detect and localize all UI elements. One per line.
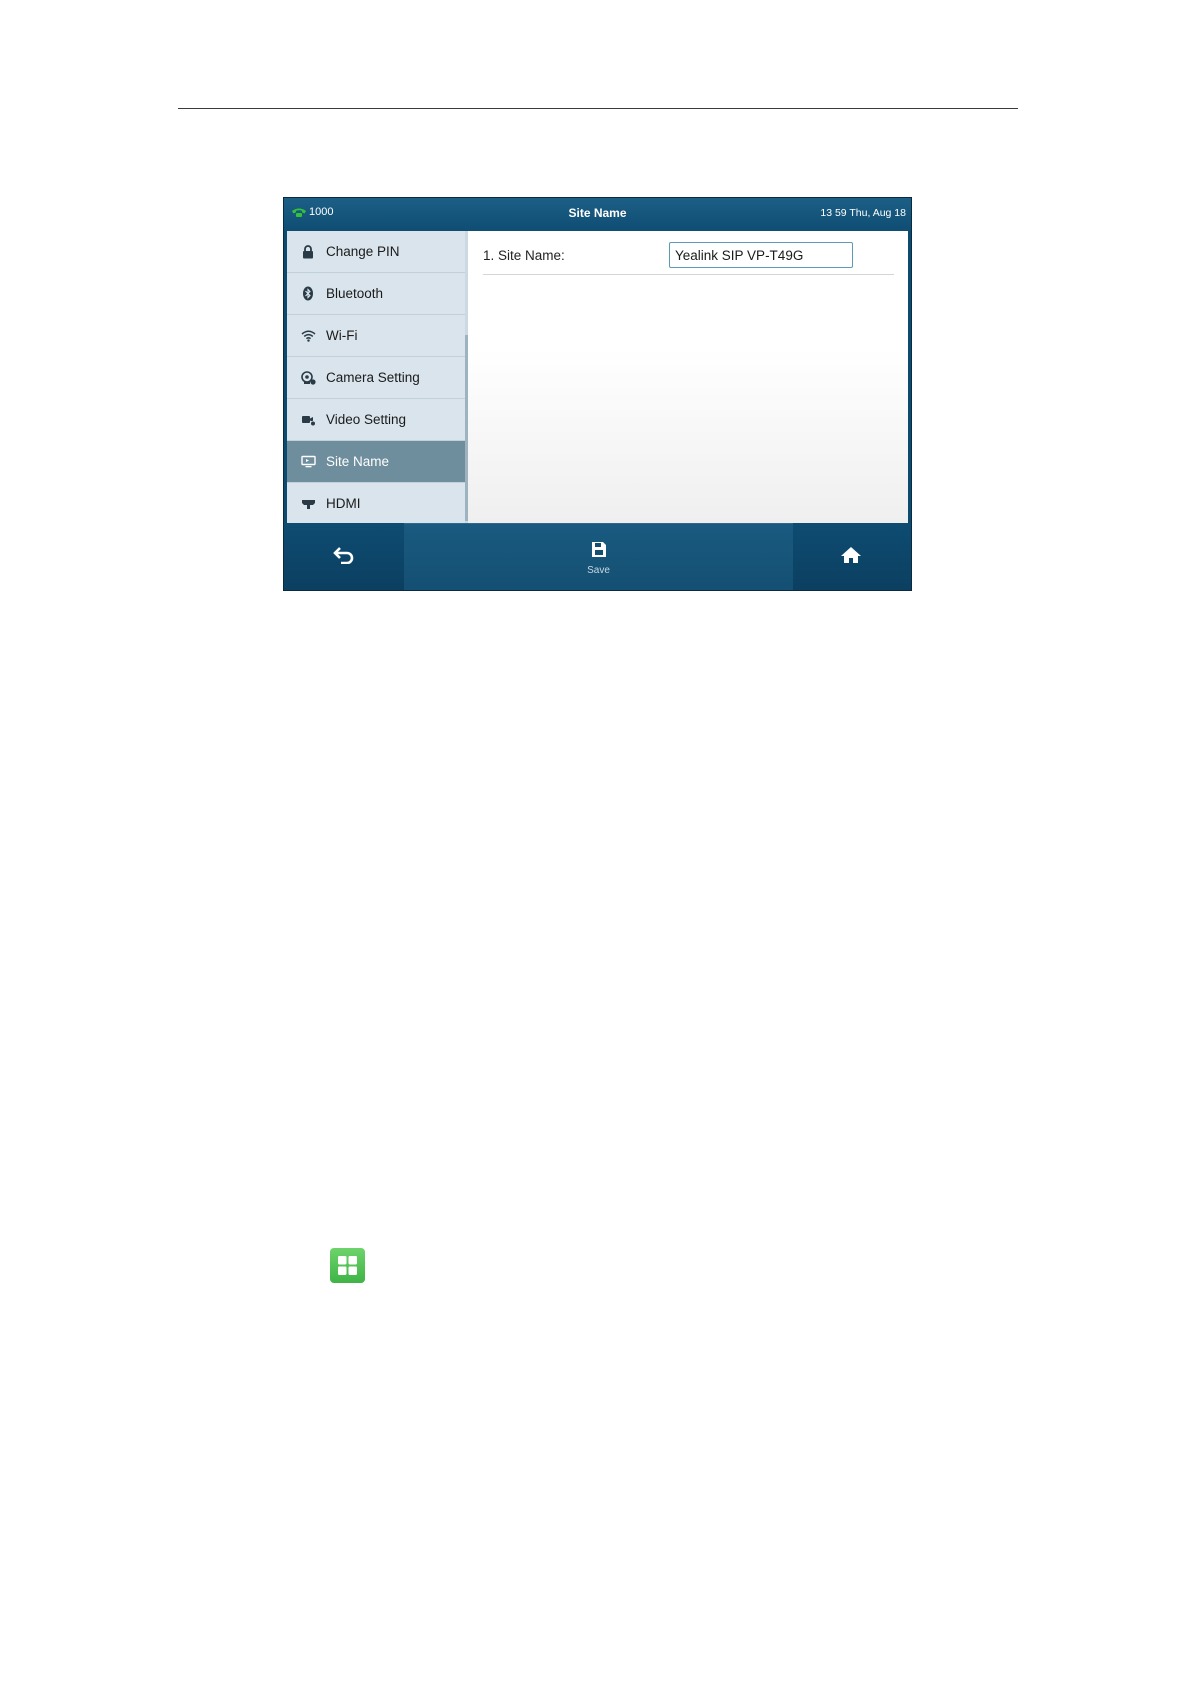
home-icon (840, 546, 862, 569)
sidebar-item-change-pin[interactable]: Change PIN (287, 231, 468, 273)
sidebar-item-label: Camera Setting (326, 370, 420, 385)
apps-grid-icon (330, 1248, 365, 1283)
softkey-bar: Save (284, 523, 911, 590)
wifi-icon (300, 328, 316, 344)
sidebar-item-label: HDMI (326, 496, 361, 511)
site-name-label: 1. Site Name: (483, 247, 565, 263)
lock-icon (300, 244, 316, 260)
save-icon (591, 541, 607, 563)
content-area: Change PIN Bluetooth Wi-Fi Camera Settin… (287, 231, 908, 525)
sidebar-item-camera-setting[interactable]: Camera Setting (287, 357, 468, 399)
sidebar-item-wifi[interactable]: Wi-Fi (287, 315, 468, 357)
sidebar-item-video-setting[interactable]: Video Setting (287, 399, 468, 441)
sidebar-item-bluetooth[interactable]: Bluetooth (287, 273, 468, 315)
date-time: 13 59 Thu, Aug 18 (820, 207, 906, 219)
sidebar-item-site-name[interactable]: Site Name (287, 441, 468, 483)
screen-title: Site Name (568, 206, 627, 220)
site-name-row: 1. Site Name: (483, 236, 894, 275)
page-header-rule (178, 108, 1018, 109)
sidebar-item-hdmi[interactable]: HDMI (287, 483, 468, 525)
sidebar-item-label: Video Setting (326, 412, 407, 427)
sidebar-item-label: Bluetooth (326, 286, 384, 301)
save-button[interactable]: Save (404, 523, 793, 590)
monitor-icon (300, 454, 316, 470)
video-icon (300, 412, 316, 428)
settings-sidebar: Change PIN Bluetooth Wi-Fi Camera Settin… (287, 231, 468, 525)
save-label: Save (587, 565, 610, 576)
home-button[interactable] (791, 523, 911, 590)
site-name-panel: 1. Site Name: (468, 231, 908, 523)
site-name-input[interactable] (669, 242, 853, 268)
sidebar-item-label: Change PIN (326, 244, 400, 259)
camera-icon (300, 370, 316, 386)
sidebar-item-label: Wi-Fi (326, 328, 358, 343)
bluetooth-icon (300, 286, 316, 302)
status-bar: 1000 Site Name 13 59 Thu, Aug 18 (284, 198, 911, 231)
phone-screen: 1000 Site Name 13 59 Thu, Aug 18 Change … (283, 197, 912, 591)
hdmi-icon (300, 496, 316, 512)
sidebar-item-label: Site Name (326, 454, 390, 469)
back-arrow-icon (333, 546, 355, 569)
back-button[interactable] (284, 523, 404, 590)
